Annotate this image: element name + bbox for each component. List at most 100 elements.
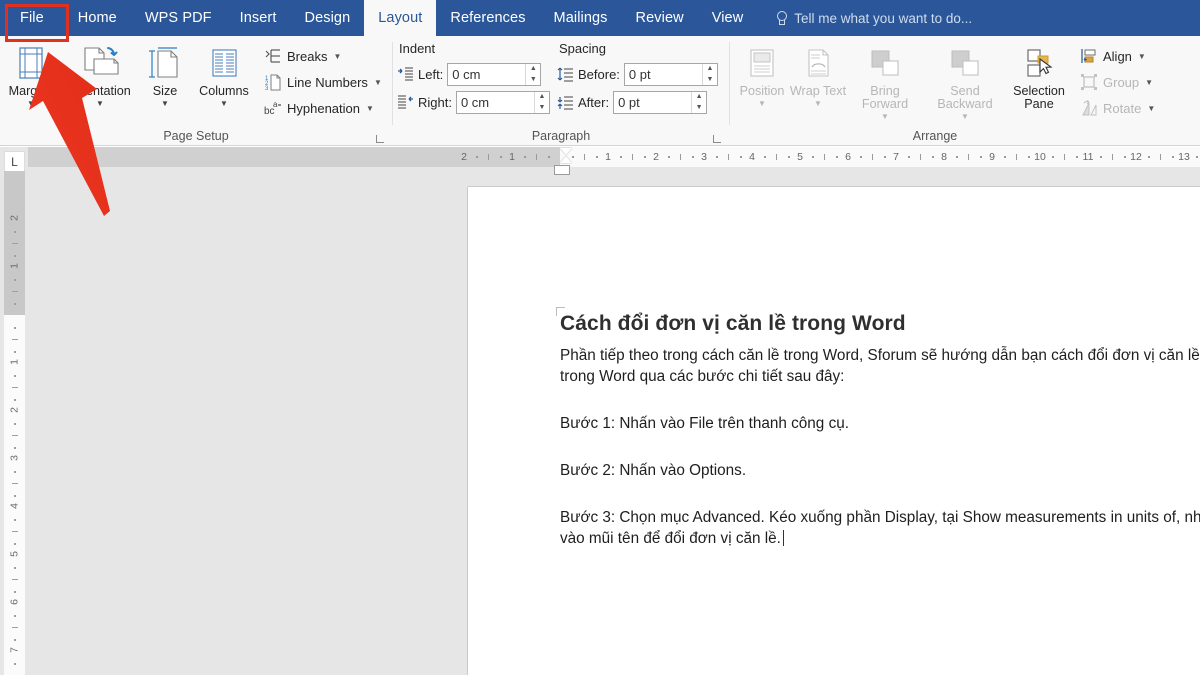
vertical-ruler[interactable]: 2112345678	[4, 171, 25, 675]
indent-right-spin-arrows[interactable]: ▲ ▼	[534, 92, 549, 113]
spacing-after-input[interactable]	[614, 92, 691, 113]
svg-text:3: 3	[265, 86, 269, 91]
position-button[interactable]: Position ▼	[734, 40, 790, 109]
hanging-indent-marker[interactable]	[560, 156, 572, 163]
position-caret-icon[interactable]: ▼	[758, 99, 766, 109]
ruler-tick-mark	[884, 156, 886, 158]
ribbon-tab-insert[interactable]: Insert	[226, 0, 291, 36]
spinner-down-icon[interactable]: ▼	[703, 74, 717, 85]
lightbulb-icon	[775, 11, 787, 26]
tab-stop-selector[interactable]: L	[4, 151, 25, 172]
group-label: Group	[1103, 75, 1139, 90]
columns-caret-icon[interactable]: ▼	[220, 99, 228, 109]
align-caret-icon[interactable]: ▼	[1138, 52, 1146, 61]
columns-button[interactable]: Columns ▼	[192, 40, 256, 109]
spacing-before-spin-arrows[interactable]: ▲ ▼	[702, 64, 717, 85]
ruler-tick-label: 10	[1034, 147, 1046, 167]
spinner-up-icon[interactable]: ▲	[692, 92, 706, 103]
horizontal-ruler[interactable]: 2112345678910111213	[28, 147, 1200, 167]
spinner-up-icon[interactable]: ▲	[526, 64, 540, 75]
bring-forward-caret-icon[interactable]: ▼	[881, 112, 889, 122]
spinner-down-icon[interactable]: ▼	[526, 74, 540, 85]
hyphenation-caret-icon[interactable]: ▼	[366, 104, 374, 113]
document-paragraph-text: Bước 3: Chọn mục Advanced. Kéo xuống phầ…	[560, 509, 1200, 547]
line-numbers-button[interactable]: 1 2 3 Line Numbers ▼	[260, 70, 386, 94]
page-setup-dialog-launcher[interactable]	[375, 134, 386, 145]
wrap-text-caret-icon[interactable]: ▼	[814, 99, 822, 109]
document-page[interactable]: Cách đổi đơn vị căn lề trong Word Phần t…	[468, 187, 1200, 675]
left-indent-box-marker[interactable]	[554, 165, 570, 175]
align-button[interactable]: Align ▼	[1076, 44, 1159, 68]
ruler-tick-mark	[500, 156, 502, 158]
dialog-launcher-icon	[713, 134, 722, 143]
spacing-before-label: Before:	[578, 67, 620, 82]
group-caret-icon[interactable]: ▼	[1145, 78, 1153, 87]
ruler-tick-mark	[812, 156, 814, 158]
ribbon-tab-wps-pdf[interactable]: WPS PDF	[131, 0, 226, 36]
ruler-tick-mark	[584, 154, 585, 160]
document-paragraph: Bước 1: Nhấn vào File trên thanh công cụ…	[560, 413, 1200, 434]
spinner-down-icon[interactable]: ▼	[692, 102, 706, 113]
ruler-tick-mark	[1052, 156, 1054, 158]
ruler-tick-mark	[1100, 156, 1102, 158]
ruler-tick-mark	[1196, 156, 1198, 158]
ruler-tick-mark	[14, 303, 16, 305]
indent-right-input[interactable]	[457, 92, 534, 113]
ruler-tick-mark	[824, 154, 825, 160]
ruler-tick-mark	[1172, 156, 1174, 158]
spacing-before-row: Before: ▲ ▼	[553, 60, 729, 88]
indent-section: Indent Left:	[393, 38, 553, 116]
group-button[interactable]: Group ▼	[1076, 70, 1159, 94]
spacing-after-spinner[interactable]: ▲ ▼	[613, 91, 707, 114]
hyphenation-button[interactable]: bc a Hyphenation ▼	[260, 96, 386, 120]
indent-right-spinner[interactable]: ▲ ▼	[456, 91, 550, 114]
ruler-tick-mark	[920, 154, 921, 160]
ruler-tick-mark	[860, 156, 862, 158]
wrap-text-button[interactable]: Wrap Text ▼	[790, 40, 846, 109]
ribbon-tab-file[interactable]: File	[0, 0, 64, 36]
ribbon-tab-layout[interactable]: Layout	[364, 0, 436, 36]
ribbon-tab-mailings[interactable]: Mailings	[540, 0, 622, 36]
paragraph-dialog-launcher[interactable]	[712, 134, 723, 145]
margins-label: Margins	[9, 85, 54, 98]
size-caret-icon[interactable]: ▼	[161, 99, 169, 109]
ribbon-tab-design[interactable]: Design	[291, 0, 365, 36]
ribbon-tab-references[interactable]: References	[436, 0, 539, 36]
breaks-button[interactable]: Breaks ▼	[260, 44, 386, 68]
orientation-caret-icon[interactable]: ▼	[96, 99, 104, 109]
send-backward-button[interactable]: Send Backward ▼	[924, 40, 1006, 122]
ruler-tick-label: 3	[9, 448, 21, 469]
spacing-after-spin-arrows[interactable]: ▲ ▼	[691, 92, 706, 113]
ribbon-tab-home[interactable]: Home	[64, 0, 131, 36]
bring-forward-button[interactable]: Bring Forward ▼	[846, 40, 924, 122]
rotate-button[interactable]: Rotate ▼	[1076, 96, 1159, 120]
orientation-button[interactable]: Orientation ▼	[62, 40, 138, 109]
spacing-before-spinner[interactable]: ▲ ▼	[624, 63, 718, 86]
spacing-before-input[interactable]	[625, 64, 702, 85]
ruler-tick-mark	[1076, 156, 1078, 158]
ruler-tick-mark	[14, 567, 16, 569]
ruler-tick-mark	[1028, 156, 1030, 158]
line-numbers-caret-icon[interactable]: ▼	[374, 78, 382, 87]
spinner-up-icon[interactable]: ▲	[535, 92, 549, 103]
margins-button[interactable]: Margins ▼	[0, 40, 62, 109]
size-button[interactable]: Size ▼	[138, 40, 192, 109]
spinner-down-icon[interactable]: ▼	[535, 102, 549, 113]
tell-me-search[interactable]: Tell me what you want to do...	[757, 0, 984, 36]
margins-caret-icon[interactable]: ▼	[27, 99, 35, 109]
ruler-tick-label: 5	[9, 544, 21, 565]
breaks-caret-icon[interactable]: ▼	[333, 52, 341, 61]
ruler-tick-mark	[788, 156, 790, 158]
spinner-up-icon[interactable]: ▲	[703, 64, 717, 75]
ribbon-tab-view[interactable]: View	[698, 0, 758, 36]
indent-left-spinner[interactable]: ▲ ▼	[447, 63, 541, 86]
ruler-tick-mark	[764, 156, 766, 158]
rotate-caret-icon[interactable]: ▼	[1147, 104, 1155, 113]
indent-left-input[interactable]	[448, 64, 525, 85]
document-body[interactable]: Cách đổi đơn vị căn lề trong Word Phần t…	[560, 312, 1200, 549]
send-backward-caret-icon[interactable]: ▼	[961, 112, 969, 122]
ribbon-tab-review[interactable]: Review	[622, 0, 698, 36]
first-line-indent-marker[interactable]	[560, 148, 572, 155]
selection-pane-button[interactable]: Selection Pane	[1006, 40, 1072, 111]
indent-left-spin-arrows[interactable]: ▲ ▼	[525, 64, 540, 85]
